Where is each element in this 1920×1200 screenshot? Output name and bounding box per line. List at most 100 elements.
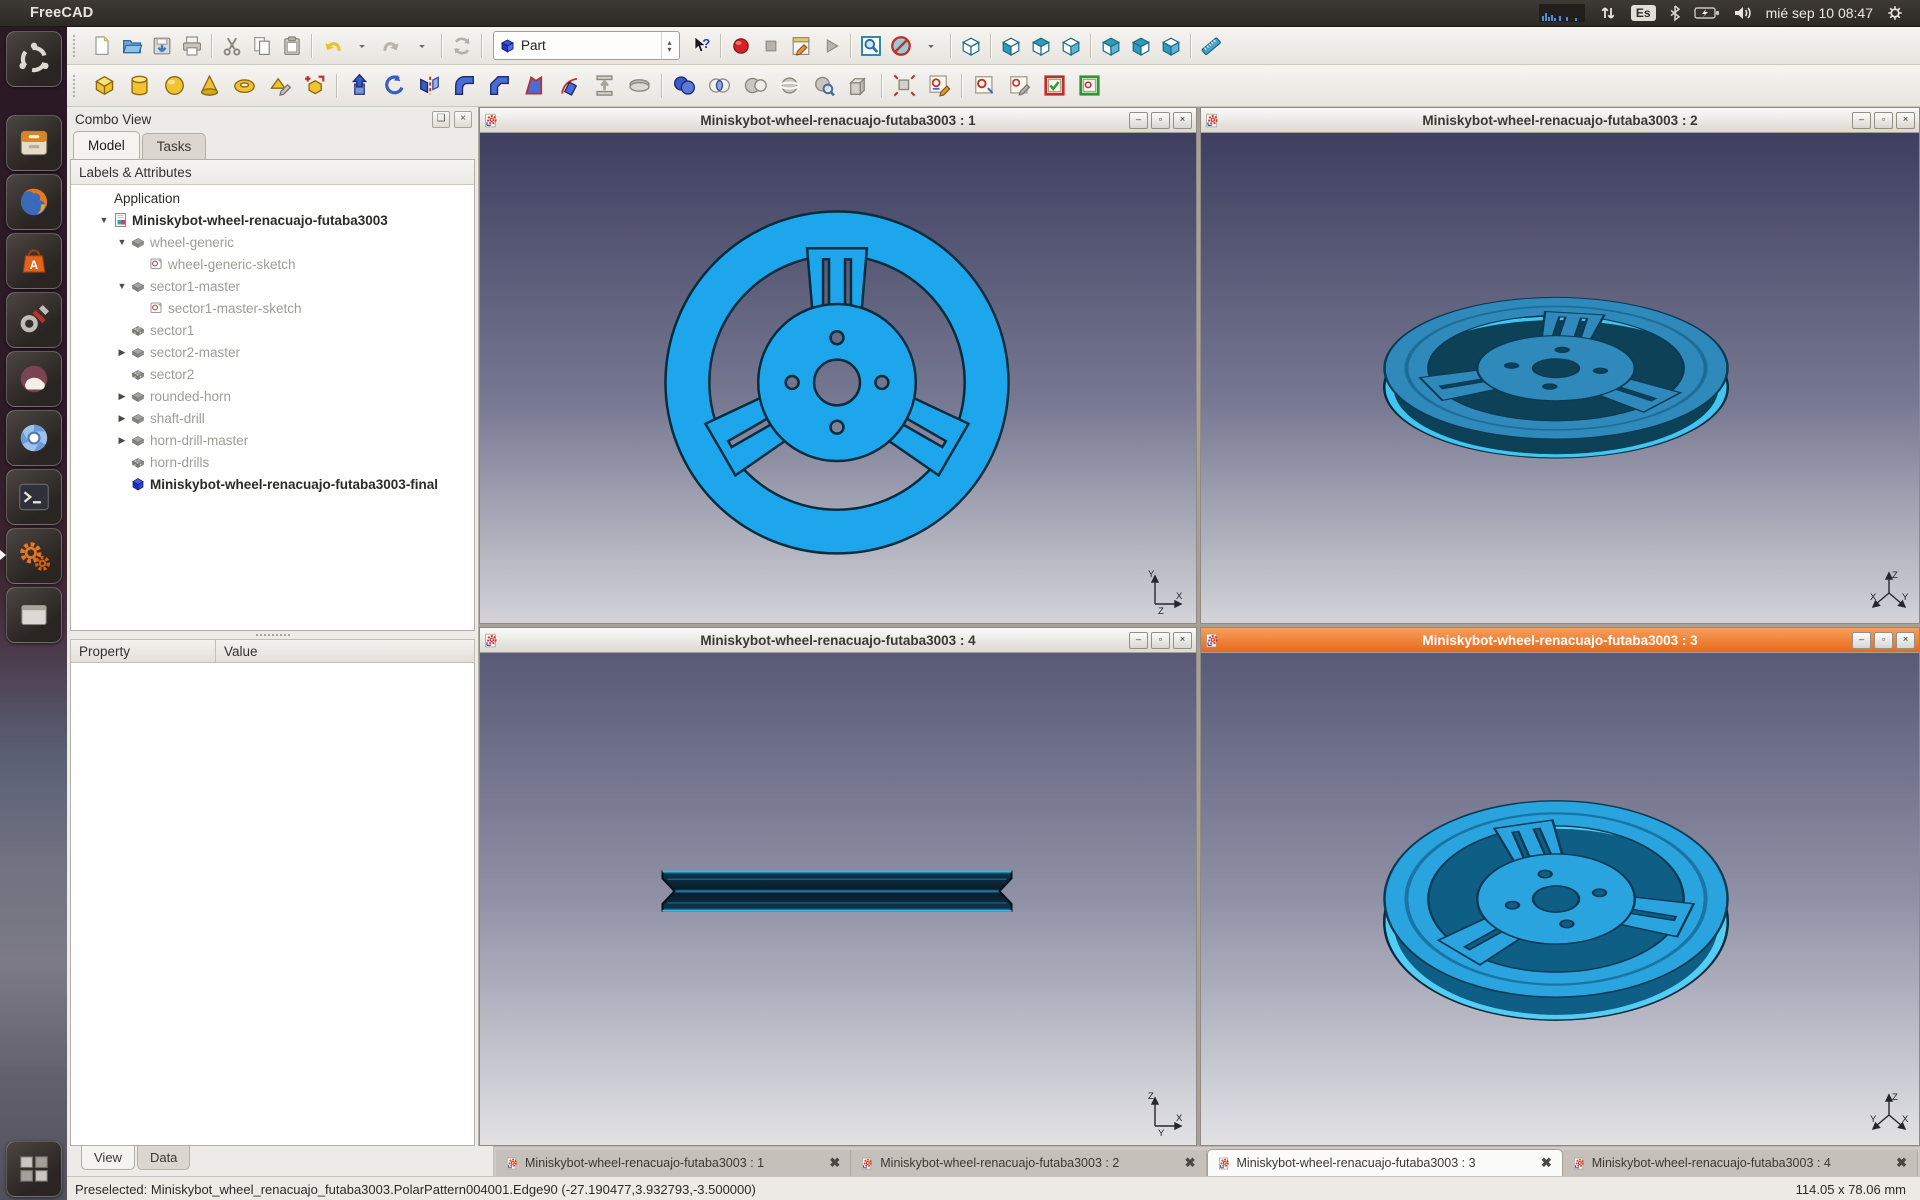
workbench-selector[interactable]: Part▴▾: [493, 31, 680, 60]
close-button[interactable]: ×: [1896, 632, 1915, 649]
panel-float-button[interactable]: ❏: [432, 111, 450, 128]
tree-expander[interactable]: ▼: [97, 215, 111, 225]
fillet-button[interactable]: [447, 69, 482, 103]
tab-data[interactable]: Data: [137, 1146, 190, 1170]
draw-style-dropdown[interactable]: [916, 31, 946, 61]
tree-item[interactable]: Application: [71, 187, 474, 209]
close-button[interactable]: ×: [1896, 112, 1915, 129]
restore-button[interactable]: ▫: [1151, 632, 1170, 649]
close-button[interactable]: ×: [1173, 112, 1192, 129]
tab-close-icon[interactable]: ✖: [829, 1155, 840, 1171]
undo-dropdown[interactable]: [347, 31, 377, 61]
keyboard-layout-indicator[interactable]: Es: [1631, 0, 1656, 26]
undo-button[interactable]: [317, 31, 347, 61]
boolean-common-button[interactable]: [702, 69, 737, 103]
firefox-launcher[interactable]: [6, 174, 62, 230]
draw-style-button[interactable]: [886, 31, 916, 61]
3d-viewport-2[interactable]: ZXY: [1201, 133, 1919, 623]
macro-record-button[interactable]: [726, 31, 756, 61]
validate-sketch-button[interactable]: [1037, 69, 1072, 103]
tree-item[interactable]: ▼Miniskybot-wheel-renacuajo-futaba3003: [71, 209, 474, 231]
view-top-button[interactable]: [1026, 31, 1056, 61]
merge-sketches-button[interactable]: [1072, 69, 1107, 103]
ruled-surface-button[interactable]: [517, 69, 552, 103]
software-center-launcher[interactable]: A: [6, 233, 62, 289]
make-compound-button[interactable]: [842, 69, 877, 103]
bluetooth-icon[interactable]: [1669, 0, 1681, 26]
tree-expander[interactable]: ▶: [115, 347, 129, 358]
tree-expander[interactable]: ▼: [115, 237, 129, 247]
tree-item[interactable]: sector2: [71, 363, 474, 385]
view-right-button[interactable]: [1056, 31, 1086, 61]
part-box-button[interactable]: [87, 69, 122, 103]
explode-compound-button[interactable]: [887, 69, 922, 103]
close-button[interactable]: ×: [1173, 632, 1192, 649]
tree-item[interactable]: ▶shaft-drill: [71, 407, 474, 429]
dash-home-button[interactable]: [6, 31, 62, 87]
whats-this-button[interactable]: ?: [686, 31, 716, 61]
part-cylinder-button[interactable]: [122, 69, 157, 103]
window-tab[interactable]: Miniskybot-wheel-renacuajo-futaba3003 : …: [1207, 1149, 1563, 1176]
part-sphere-button[interactable]: [157, 69, 192, 103]
redo-dropdown[interactable]: [407, 31, 437, 61]
edit-sketch-button[interactable]: [922, 69, 957, 103]
tree-item[interactable]: ▶rounded-horn: [71, 385, 474, 407]
panel-close-button[interactable]: ×: [454, 111, 472, 128]
3d-viewport-1[interactable]: YXZ: [480, 133, 1196, 623]
window-titlebar[interactable]: Miniskybot-wheel-renacuajo-futaba3003 : …: [1201, 628, 1919, 653]
tree-expander[interactable]: ▼: [115, 281, 129, 291]
files-launcher[interactable]: [6, 115, 62, 171]
value-column[interactable]: Value: [215, 639, 475, 663]
clock-indicator[interactable]: mié sep 10 08:47: [1766, 0, 1873, 26]
3d-viewport-3[interactable]: ZYX: [1201, 653, 1919, 1145]
minimize-button[interactable]: –: [1852, 112, 1871, 129]
chamfer-button[interactable]: [482, 69, 517, 103]
window-tab[interactable]: Miniskybot-wheel-renacuajo-futaba3003 : …: [851, 1150, 1206, 1176]
window-titlebar[interactable]: Miniskybot-wheel-renacuajo-futaba3003 : …: [480, 108, 1196, 133]
loft-button[interactable]: [587, 69, 622, 103]
redo-button[interactable]: [377, 31, 407, 61]
tree-item[interactable]: ▶horn-drill-master: [71, 429, 474, 451]
boolean-union-button[interactable]: [667, 69, 702, 103]
revolve-button[interactable]: [377, 69, 412, 103]
window-tab[interactable]: Miniskybot-wheel-renacuajo-futaba3003 : …: [1563, 1150, 1918, 1176]
toolbar-grip[interactable]: [73, 75, 82, 97]
restore-button[interactable]: ▫: [1151, 112, 1170, 129]
shape-builder-button[interactable]: [297, 69, 332, 103]
part-cone-button[interactable]: [192, 69, 227, 103]
3d-viewport-4[interactable]: ZXY: [480, 653, 1196, 1145]
tree-item[interactable]: ▼sector1-master: [71, 275, 474, 297]
panel-splitter[interactable]: [67, 631, 478, 639]
combo-view-header[interactable]: Combo View ❏ ×: [67, 107, 478, 131]
combo-spin-arrows[interactable]: ▴▾: [661, 32, 677, 59]
cross-sections-button[interactable]: [772, 69, 807, 103]
cut-button[interactable]: [217, 31, 247, 61]
volume-icon[interactable]: [1733, 0, 1753, 26]
session-gear-icon[interactable]: [1886, 0, 1904, 26]
copy-button[interactable]: [247, 31, 277, 61]
measure-distance-button[interactable]: [1196, 31, 1226, 61]
window-titlebar[interactable]: Miniskybot-wheel-renacuajo-futaba3003 : …: [480, 628, 1196, 653]
tree-expander[interactable]: ▶: [115, 435, 129, 446]
save-button[interactable]: [147, 31, 177, 61]
tree-expander[interactable]: ▶: [115, 413, 129, 424]
tree-item[interactable]: sector1: [71, 319, 474, 341]
tree-item[interactable]: horn-drills: [71, 451, 474, 473]
macro-play-button[interactable]: [816, 31, 846, 61]
sync-updown-icon[interactable]: [1598, 0, 1618, 26]
refresh-button[interactable]: [447, 31, 477, 61]
battery-icon[interactable]: [1694, 0, 1720, 26]
view-left-button[interactable]: [1156, 31, 1186, 61]
boolean-cut-button[interactable]: [737, 69, 772, 103]
minimize-button[interactable]: –: [1129, 632, 1148, 649]
minimize-button[interactable]: –: [1852, 632, 1871, 649]
tree-item[interactable]: ▼wheel-generic: [71, 231, 474, 253]
tree-item[interactable]: wheel-generic-sketch: [71, 253, 474, 275]
fit-all-button[interactable]: [856, 31, 886, 61]
tab-close-icon[interactable]: ✖: [1896, 1155, 1907, 1171]
property-column[interactable]: Property: [70, 639, 215, 663]
view-rear-button[interactable]: [1096, 31, 1126, 61]
toolbar-grip[interactable]: [73, 35, 82, 57]
tree-item[interactable]: sector1-master-sketch: [71, 297, 474, 319]
open-button[interactable]: [117, 31, 147, 61]
